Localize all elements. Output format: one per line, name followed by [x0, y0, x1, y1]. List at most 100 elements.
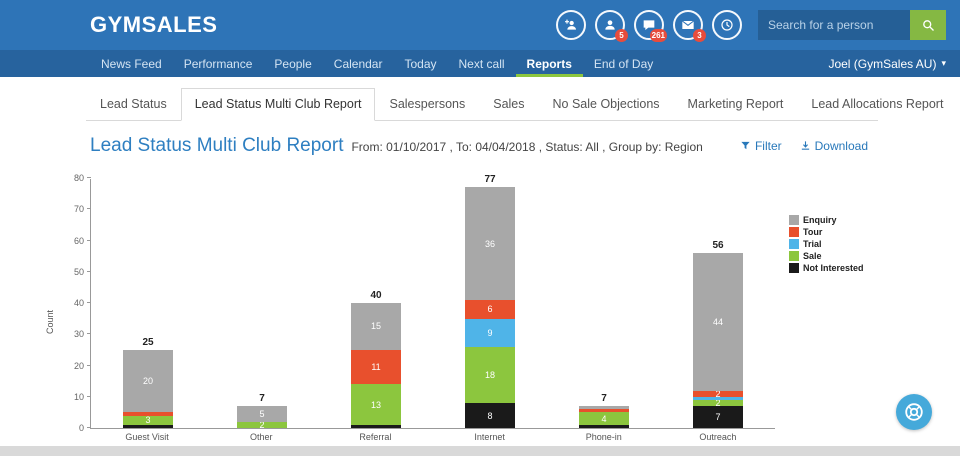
tab-lead-allocations-report[interactable]: Lead Allocations Report: [797, 88, 957, 121]
tab-no-sale-objections[interactable]: No Sale Objections: [539, 88, 674, 121]
y-tick-mark: [87, 364, 91, 366]
filter-icon: [741, 141, 750, 150]
report-header: Lead Status Multi Club Report From: 01/1…: [90, 135, 868, 157]
user-menu[interactable]: Joel (GymSales AU) ▾: [828, 50, 946, 77]
add-person-icon[interactable]: [556, 10, 586, 40]
search-button[interactable]: [910, 10, 946, 40]
nav-item-people[interactable]: People: [263, 50, 322, 77]
stacked-bar-outreach: 7 2 2 44 56: [693, 240, 743, 428]
x-axis-categories: Guest Visit Other Referral Internet Phone-in…: [90, 432, 775, 442]
bar-segment: 5: [237, 406, 287, 422]
search-input[interactable]: [758, 10, 910, 40]
legend-label: Enquiry: [803, 215, 837, 225]
bar-total-label: 7: [601, 393, 607, 405]
people-badge: 5: [615, 29, 628, 42]
tab-salespersons[interactable]: Salespersons: [375, 88, 479, 121]
stacked-bar-internet: 8 18 9 6 36 77: [465, 174, 515, 428]
clock-icon[interactable]: [712, 10, 742, 40]
nav-item-news-feed[interactable]: News Feed: [90, 50, 173, 77]
legend-swatch: [789, 227, 799, 237]
nav-items: News Feed Performance People Calendar Today N…: [90, 50, 664, 77]
bar-segment: [123, 424, 173, 428]
legend-swatch: [789, 251, 799, 261]
y-tick-label: 50: [73, 266, 84, 277]
gymsales-logo[interactable]: GYMSALES: [90, 12, 217, 38]
legend-label: Trial: [803, 239, 822, 249]
bar-slot: 13 11 15 40: [319, 179, 433, 428]
legend-item: Tour: [789, 227, 864, 237]
help-button[interactable]: [896, 394, 932, 430]
bar-segment: 6: [465, 299, 515, 319]
filter-button[interactable]: Filter: [740, 139, 782, 153]
legend-label: Sale: [803, 251, 822, 261]
legend-swatch: [789, 263, 799, 273]
mail-badge: 3: [693, 29, 706, 42]
stacked-bar-phone-in: 47: [579, 393, 629, 428]
bar-slot: 257: [205, 179, 319, 428]
category-label: Outreach: [699, 432, 737, 442]
category-label: Phone-in: [585, 432, 622, 442]
bar-segment: 18: [465, 346, 515, 403]
stacked-bar-guest-visit: 3 20 25: [123, 337, 173, 428]
footer-strip: [0, 446, 960, 456]
bar-segment: 3: [123, 415, 173, 425]
nav-item-end-of-day[interactable]: End of Day: [583, 50, 664, 77]
mail-icon[interactable]: 3: [673, 10, 706, 42]
bar-segment: 4: [579, 412, 629, 425]
download-button[interactable]: Download: [800, 139, 868, 153]
category-label: Other: [250, 432, 273, 442]
category-label: Guest Visit: [125, 432, 169, 442]
category-label: Internet: [474, 432, 505, 442]
chart-legend: Enquiry Tour Trial Sale Not Interested: [789, 215, 864, 455]
nav-item-next-call[interactable]: Next call: [448, 50, 516, 77]
y-tick-mark: [87, 302, 91, 303]
y-tick-mark: [87, 427, 91, 428]
user-label: Joel (GymSales AU): [828, 56, 937, 71]
legend-item: Trial: [789, 239, 864, 249]
nav-item-performance[interactable]: Performance: [173, 50, 264, 77]
tab-marketing-report[interactable]: Marketing Report: [674, 88, 798, 121]
nav-item-reports[interactable]: Reports: [516, 50, 583, 77]
nav-item-today[interactable]: Today: [393, 50, 447, 77]
report-tabs: Lead Status Lead Status Multi Club Report…: [86, 87, 943, 121]
y-tick-mark: [87, 208, 91, 210]
plot-area: 0 10 20 30 40 50 60 70 80 3 20 25 2 5 7 13 11 15 40 8 18 9 6 36…: [74, 173, 775, 433]
bar-segment: 7: [693, 406, 743, 428]
y-tick-mark: [87, 270, 91, 272]
bar-slot: 3 20 25: [91, 179, 205, 428]
stacked-bar-other: 257: [237, 393, 287, 428]
y-axis-label: Count: [45, 309, 56, 335]
people-icon[interactable]: 5: [595, 10, 628, 42]
bar-total-label: 77: [484, 174, 496, 186]
legend-swatch: [789, 239, 799, 249]
stacked-bar-chart: Count 0 10 20 30 40 50 60 70 80 3 20 25 2 5 7 13 11 15 40 8…: [45, 173, 960, 455]
legend-swatch: [789, 215, 799, 225]
tab-lead-status[interactable]: Lead Status: [86, 88, 181, 121]
legend-label: Not Interested: [803, 263, 864, 273]
y-tick-label: 80: [73, 173, 84, 183]
bar-total-label: 56: [712, 240, 724, 251]
download-icon: [801, 141, 809, 150]
y-tick-mark: [87, 395, 91, 397]
y-tick-mark: [87, 333, 91, 335]
y-tick-mark: [87, 177, 91, 178]
y-tick-label: 30: [73, 329, 84, 340]
tab-lead-status-multi-club-report[interactable]: Lead Status Multi Club Report: [180, 88, 376, 121]
report-actions: Filter Download: [740, 139, 868, 153]
search-bar: [758, 10, 946, 40]
legend-label: Tour: [803, 227, 823, 237]
chat-icon[interactable]: 261: [634, 10, 667, 42]
page-title: Lead Status Multi Club Report: [90, 135, 344, 156]
bar-segment: 15: [351, 303, 401, 350]
bar-total-label: 40: [370, 290, 382, 301]
bar-segment: 36: [465, 187, 515, 300]
tab-sales[interactable]: Sales: [479, 88, 538, 121]
y-tick-label: 10: [73, 391, 84, 402]
legend-item: Sale: [789, 251, 864, 261]
report-subtitle: From: 01/10/2017 , To: 04/04/2018 , Stat…: [351, 140, 703, 154]
y-tick-label: 70: [73, 204, 84, 215]
bar-segment: [579, 424, 629, 428]
nav-item-calendar[interactable]: Calendar: [323, 50, 394, 77]
caret-down-icon: ▾: [941, 58, 946, 68]
bar-total-label: 7: [259, 393, 265, 405]
